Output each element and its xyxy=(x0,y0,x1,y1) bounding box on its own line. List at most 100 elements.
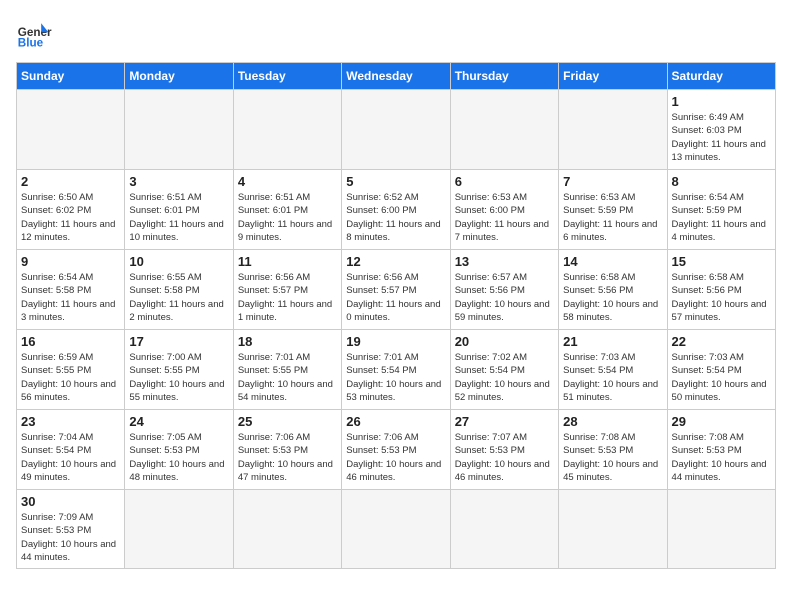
day-number: 6 xyxy=(455,174,554,189)
weekday-header-sunday: Sunday xyxy=(17,63,125,90)
day-number: 10 xyxy=(129,254,228,269)
day-info: Sunrise: 7:02 AMSunset: 5:54 PMDaylight:… xyxy=(455,351,554,404)
day-info: Sunrise: 6:51 AMSunset: 6:01 PMDaylight:… xyxy=(129,191,228,244)
day-info: Sunrise: 6:58 AMSunset: 5:56 PMDaylight:… xyxy=(672,271,771,324)
day-info: Sunrise: 6:52 AMSunset: 6:00 PMDaylight:… xyxy=(346,191,445,244)
day-number: 1 xyxy=(672,94,771,109)
calendar-cell xyxy=(233,90,341,170)
weekday-header-tuesday: Tuesday xyxy=(233,63,341,90)
day-number: 9 xyxy=(21,254,120,269)
day-number: 24 xyxy=(129,414,228,429)
day-info: Sunrise: 6:56 AMSunset: 5:57 PMDaylight:… xyxy=(238,271,337,324)
calendar-cell xyxy=(450,90,558,170)
day-number: 7 xyxy=(563,174,662,189)
day-info: Sunrise: 6:56 AMSunset: 5:57 PMDaylight:… xyxy=(346,271,445,324)
calendar-cell: 23 Sunrise: 7:04 AMSunset: 5:54 PMDayligh… xyxy=(17,410,125,490)
day-number: 19 xyxy=(346,334,445,349)
day-number: 16 xyxy=(21,334,120,349)
day-number: 28 xyxy=(563,414,662,429)
svg-text:Blue: Blue xyxy=(18,37,44,50)
day-info: Sunrise: 6:58 AMSunset: 5:56 PMDaylight:… xyxy=(563,271,662,324)
day-info: Sunrise: 6:54 AMSunset: 5:59 PMDaylight:… xyxy=(672,191,771,244)
calendar-cell: 11 Sunrise: 6:56 AMSunset: 5:57 PMDayligh… xyxy=(233,250,341,330)
calendar-cell: 7Sunrise: 6:53 AMSunset: 5:59 PMDaylight… xyxy=(559,170,667,250)
calendar-cell: 24 Sunrise: 7:05 AMSunset: 5:53 PMDayligh… xyxy=(125,410,233,490)
day-number: 14 xyxy=(563,254,662,269)
weekday-header-saturday: Saturday xyxy=(667,63,775,90)
calendar-cell: 5 Sunrise: 6:52 AMSunset: 6:00 PMDaylight… xyxy=(342,170,450,250)
calendar-cell: 19Sunrise: 7:01 AMSunset: 5:54 PMDayligh… xyxy=(342,330,450,410)
day-info: Sunrise: 6:51 AMSunset: 6:01 PMDaylight:… xyxy=(238,191,337,244)
calendar-cell xyxy=(667,490,775,569)
day-info: Sunrise: 7:07 AMSunset: 5:53 PMDaylight:… xyxy=(455,431,554,484)
day-info: Sunrise: 6:53 AMSunset: 6:00 PMDaylight:… xyxy=(455,191,554,244)
day-number: 27 xyxy=(455,414,554,429)
calendar-cell: 18Sunrise: 7:01 AMSunset: 5:55 PMDayligh… xyxy=(233,330,341,410)
day-number: 22 xyxy=(672,334,771,349)
calendar-cell: 22 Sunrise: 7:03 AMSunset: 5:54 PMDayligh… xyxy=(667,330,775,410)
calendar-cell: 16 Sunrise: 6:59 AMSunset: 5:55 PMDayligh… xyxy=(17,330,125,410)
day-number: 23 xyxy=(21,414,120,429)
day-number: 26 xyxy=(346,414,445,429)
calendar-cell: 26Sunrise: 7:06 AMSunset: 5:53 PMDayligh… xyxy=(342,410,450,490)
calendar-cell: 9 Sunrise: 6:54 AMSunset: 5:58 PMDaylight… xyxy=(17,250,125,330)
calendar-cell: 1 Sunrise: 6:49 AMSunset: 6:03 PMDaylight… xyxy=(667,90,775,170)
calendar-cell: 13Sunrise: 6:57 AMSunset: 5:56 PMDayligh… xyxy=(450,250,558,330)
day-info: Sunrise: 7:04 AMSunset: 5:54 PMDaylight:… xyxy=(21,431,120,484)
day-info: Sunrise: 7:00 AMSunset: 5:55 PMDaylight:… xyxy=(129,351,228,404)
day-number: 25 xyxy=(238,414,337,429)
weekday-header-thursday: Thursday xyxy=(450,63,558,90)
weekday-header-monday: Monday xyxy=(125,63,233,90)
day-info: Sunrise: 7:03 AMSunset: 5:54 PMDaylight:… xyxy=(563,351,662,404)
day-info: Sunrise: 7:03 AMSunset: 5:54 PMDaylight:… xyxy=(672,351,771,404)
day-info: Sunrise: 7:08 AMSunset: 5:53 PMDaylight:… xyxy=(563,431,662,484)
logo-icon: General Blue xyxy=(16,16,52,52)
calendar-cell: 27 Sunrise: 7:07 AMSunset: 5:53 PMDayligh… xyxy=(450,410,558,490)
day-number: 21 xyxy=(563,334,662,349)
day-info: Sunrise: 6:54 AMSunset: 5:58 PMDaylight:… xyxy=(21,271,120,324)
calendar-cell: 4 Sunrise: 6:51 AMSunset: 6:01 PMDaylight… xyxy=(233,170,341,250)
day-number: 29 xyxy=(672,414,771,429)
calendar-cell xyxy=(342,90,450,170)
day-info: Sunrise: 6:50 AMSunset: 6:02 PMDaylight:… xyxy=(21,191,120,244)
calendar-cell xyxy=(450,490,558,569)
weekday-header-friday: Friday xyxy=(559,63,667,90)
day-number: 18 xyxy=(238,334,337,349)
calendar-cell xyxy=(559,490,667,569)
day-number: 2 xyxy=(21,174,120,189)
day-info: Sunrise: 7:09 AMSunset: 5:53 PMDaylight:… xyxy=(21,511,120,564)
calendar-table: SundayMondayTuesdayWednesdayThursdayFrid… xyxy=(16,62,776,569)
calendar-cell: 28 Sunrise: 7:08 AMSunset: 5:53 PMDayligh… xyxy=(559,410,667,490)
calendar-cell xyxy=(125,90,233,170)
day-number: 3 xyxy=(129,174,228,189)
calendar-cell xyxy=(17,90,125,170)
weekday-header-wednesday: Wednesday xyxy=(342,63,450,90)
day-info: Sunrise: 6:55 AMSunset: 5:58 PMDaylight:… xyxy=(129,271,228,324)
day-number: 12 xyxy=(346,254,445,269)
calendar-cell: 10 Sunrise: 6:55 AMSunset: 5:58 PMDayligh… xyxy=(125,250,233,330)
day-info: Sunrise: 7:08 AMSunset: 5:53 PMDaylight:… xyxy=(672,431,771,484)
calendar-cell: 25 Sunrise: 7:06 AMSunset: 5:53 PMDayligh… xyxy=(233,410,341,490)
day-info: Sunrise: 6:59 AMSunset: 5:55 PMDaylight:… xyxy=(21,351,120,404)
calendar-cell: 3 Sunrise: 6:51 AMSunset: 6:01 PMDaylight… xyxy=(125,170,233,250)
calendar-cell: 20 Sunrise: 7:02 AMSunset: 5:54 PMDayligh… xyxy=(450,330,558,410)
day-number: 11 xyxy=(238,254,337,269)
day-number: 30 xyxy=(21,494,120,509)
calendar-cell: 6 Sunrise: 6:53 AMSunset: 6:00 PMDaylight… xyxy=(450,170,558,250)
calendar-cell: 21 Sunrise: 7:03 AMSunset: 5:54 PMDayligh… xyxy=(559,330,667,410)
calendar-cell: 15Sunrise: 6:58 AMSunset: 5:56 PMDayligh… xyxy=(667,250,775,330)
calendar-cell: 17 Sunrise: 7:00 AMSunset: 5:55 PMDayligh… xyxy=(125,330,233,410)
calendar-cell: 14 Sunrise: 6:58 AMSunset: 5:56 PMDayligh… xyxy=(559,250,667,330)
day-info: Sunrise: 7:06 AMSunset: 5:53 PMDaylight:… xyxy=(238,431,337,484)
calendar-cell xyxy=(342,490,450,569)
day-number: 5 xyxy=(346,174,445,189)
calendar-cell xyxy=(559,90,667,170)
day-info: Sunrise: 6:49 AMSunset: 6:03 PMDaylight:… xyxy=(672,111,771,164)
day-number: 4 xyxy=(238,174,337,189)
calendar-cell: 8Sunrise: 6:54 AMSunset: 5:59 PMDaylight… xyxy=(667,170,775,250)
calendar-cell: 29 Sunrise: 7:08 AMSunset: 5:53 PMDayligh… xyxy=(667,410,775,490)
day-info: Sunrise: 7:05 AMSunset: 5:53 PMDaylight:… xyxy=(129,431,228,484)
day-number: 20 xyxy=(455,334,554,349)
day-number: 13 xyxy=(455,254,554,269)
day-number: 17 xyxy=(129,334,228,349)
